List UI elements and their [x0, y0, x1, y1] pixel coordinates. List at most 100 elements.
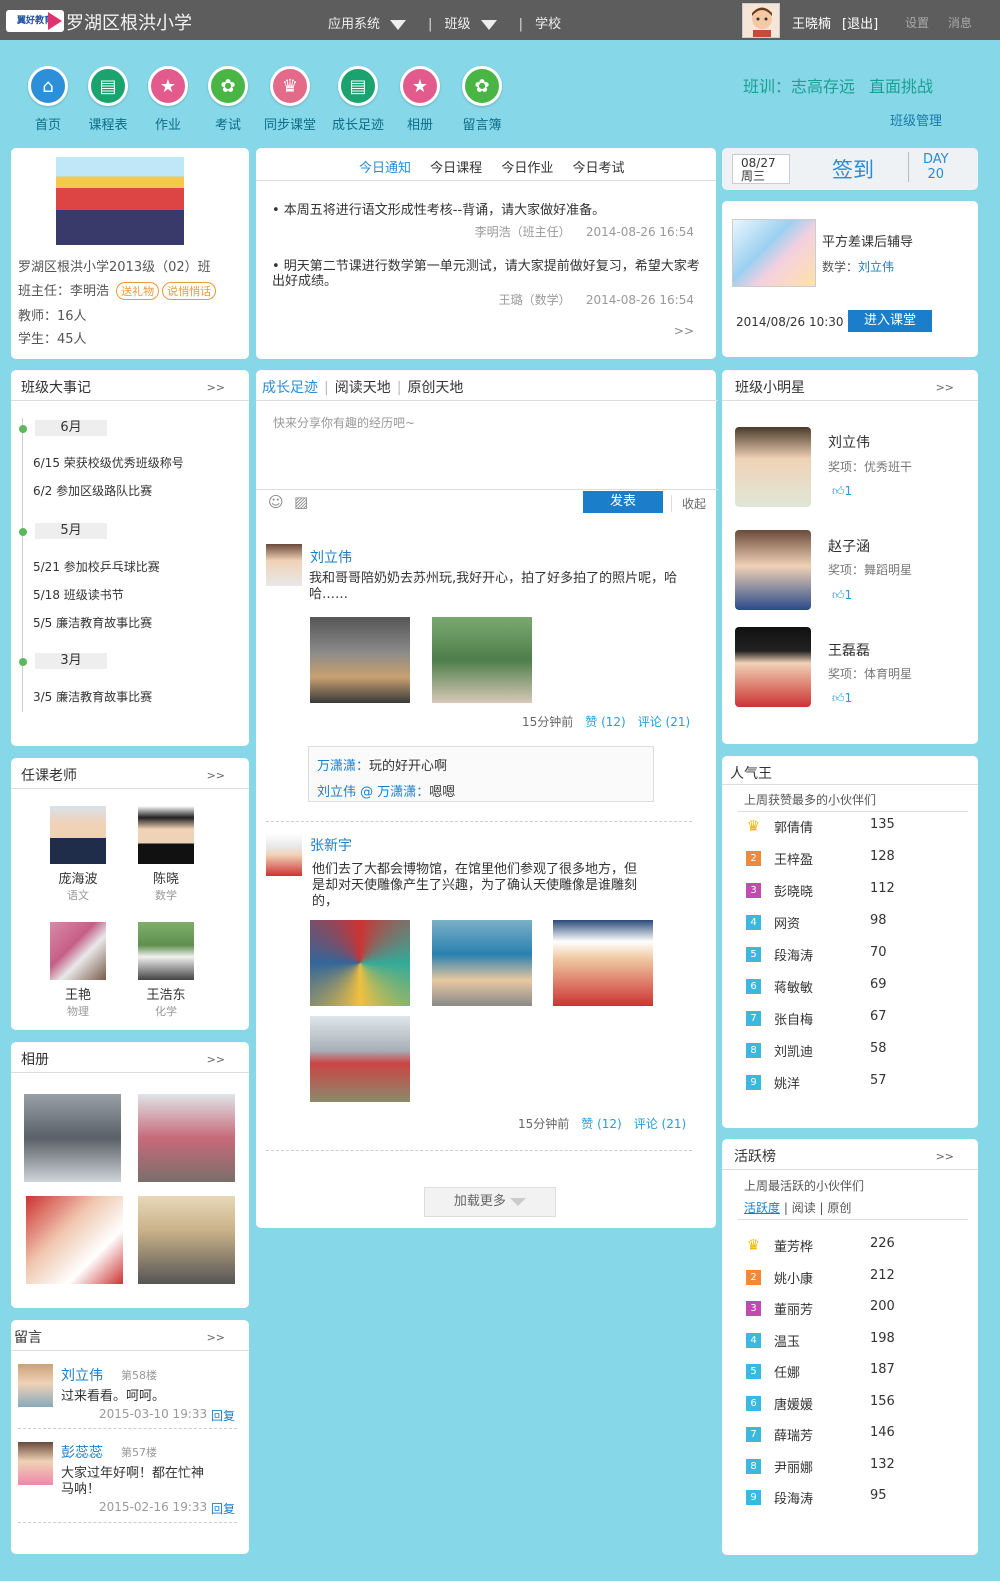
nav-growth[interactable]: ▤ 成长足迹 — [326, 66, 390, 133]
star-like[interactable]: 👍︎1 — [832, 484, 852, 499]
like-button[interactable]: 赞 (12) — [585, 715, 625, 729]
message-author[interactable]: 彭蕊蕊 — [61, 1442, 103, 1462]
rank-row[interactable]: ♛ 董芳桦 226 — [746, 1236, 966, 1256]
comment-button[interactable]: 评论 (21) — [638, 715, 690, 729]
nav-app-system[interactable]: 应用系统 — [328, 17, 414, 32]
album-more-link[interactable]: >> — [207, 1053, 225, 1066]
teacher-card[interactable]: 庞海波 语文 — [43, 806, 113, 903]
comment-button[interactable]: 评论 (21) — [634, 1117, 686, 1131]
reply-button[interactable]: 回复 — [211, 1407, 235, 1424]
album-photo[interactable] — [24, 1094, 121, 1182]
post-photo[interactable] — [310, 1016, 410, 1102]
rank-row[interactable]: 6 唐媛媛 156 — [746, 1394, 966, 1414]
star-like[interactable]: 👍︎1 — [832, 588, 852, 603]
enter-classroom-button[interactable]: 进入课堂 — [848, 310, 932, 332]
emoji-icon[interactable]: ☺ — [268, 493, 284, 511]
rank-row[interactable]: 3 彭晓晓 112 — [746, 881, 966, 901]
image-icon[interactable]: ▨ — [294, 493, 308, 511]
event-item[interactable]: 5/18 班级读书节 — [33, 586, 124, 603]
load-more-button[interactable]: 加载更多 — [424, 1187, 556, 1217]
event-item[interactable]: 5/21 参加校乒乓球比赛 — [33, 558, 160, 575]
rank-row[interactable]: 5 段海涛 70 — [746, 945, 966, 965]
post-photo[interactable] — [310, 920, 410, 1006]
rank-row[interactable]: 8 刘凯迪 58 — [746, 1041, 966, 1061]
tab-today-course[interactable]: 今日课程 — [430, 161, 482, 176]
rank-row[interactable]: 4 温玉 198 — [746, 1331, 966, 1351]
rank-row[interactable]: 6 蒋敏敏 69 — [746, 977, 966, 997]
class-management-link[interactable]: 班级管理 — [890, 110, 942, 129]
nav-home[interactable]: ⌂ 首页 — [16, 66, 80, 133]
rank-row[interactable]: 9 姚洋 57 — [746, 1073, 966, 1093]
notice-more-link[interactable]: >> — [674, 324, 694, 338]
message-avatar[interactable] — [18, 1442, 53, 1485]
event-item[interactable]: 3/5 廉洁教育故事比赛 — [33, 688, 152, 705]
tab-original[interactable]: 原创天地 — [407, 380, 463, 396]
reply-button[interactable]: 回复 — [211, 1500, 235, 1517]
nav-class[interactable]: 班级 — [445, 17, 505, 32]
post-photo[interactable] — [432, 617, 532, 703]
star-photo[interactable] — [735, 427, 811, 507]
active-more-link[interactable]: >> — [936, 1150, 954, 1163]
like-button[interactable]: 赞 (12) — [581, 1117, 621, 1131]
star-photo[interactable] — [735, 530, 811, 610]
rank-row[interactable]: ♛ 郭倩倩 135 — [746, 817, 966, 837]
user-avatar[interactable] — [742, 3, 780, 38]
star-photo[interactable] — [735, 627, 811, 707]
rank-row[interactable]: 8 尹丽娜 132 — [746, 1457, 966, 1477]
rank-row[interactable]: 2 姚小康 212 — [746, 1268, 966, 1288]
publish-button[interactable]: 发表 — [583, 491, 663, 513]
post-author[interactable]: 刘立伟 — [310, 547, 352, 567]
tab-growth[interactable]: 成长足迹 — [262, 380, 318, 396]
post-author[interactable]: 张新宇 — [310, 835, 352, 855]
nav-sync-class[interactable]: ♛ 同步课堂 — [258, 66, 322, 133]
stars-more-link[interactable]: >> — [936, 381, 954, 394]
rank-row[interactable]: 4 网资 98 — [746, 913, 966, 933]
events-more-link[interactable]: >> — [207, 381, 225, 394]
message-avatar[interactable] — [18, 1364, 53, 1407]
message-author[interactable]: 刘立伟 — [61, 1365, 103, 1385]
send-gift-button[interactable]: 送礼物 — [116, 282, 160, 300]
rank-row[interactable]: 3 董丽芳 200 — [746, 1299, 966, 1319]
guestbook-more-link[interactable]: >> — [207, 1331, 225, 1344]
class-group-photo[interactable] — [56, 157, 184, 245]
nav-schedule[interactable]: ▤ 课程表 — [76, 66, 140, 133]
teacher-card[interactable]: 王艳 物理 — [43, 922, 113, 1019]
nav-guestbook[interactable]: ✿ 留言簿 — [450, 66, 514, 133]
nav-exam[interactable]: ✿ 考试 — [196, 66, 260, 133]
logout-link[interactable]: [退出] — [842, 13, 878, 32]
tab-today-exam[interactable]: 今日考试 — [572, 161, 624, 176]
course-teacher-link[interactable]: 刘立伟 — [858, 260, 894, 274]
event-item[interactable]: 6/15 荣获校级优秀班级称号 — [33, 454, 184, 471]
album-photo[interactable] — [138, 1094, 235, 1182]
rank-row[interactable]: 5 任娜 187 — [746, 1362, 966, 1382]
post-avatar[interactable] — [266, 834, 302, 876]
rank-row[interactable]: 9 段海涛 95 — [746, 1488, 966, 1508]
event-item[interactable]: 5/5 廉洁教育故事比赛 — [33, 614, 152, 631]
post-avatar[interactable] — [266, 544, 302, 586]
filter-reading[interactable]: 阅读 — [792, 1201, 816, 1215]
rank-row[interactable]: 2 王梓盈 128 — [746, 849, 966, 869]
nav-school[interactable]: 学校 — [535, 17, 561, 32]
rank-row[interactable]: 7 张自梅 67 — [746, 1009, 966, 1029]
messages-link[interactable]: 消息 — [948, 14, 972, 31]
album-photo[interactable] — [26, 1196, 123, 1284]
teacher-card[interactable]: 陈晓 数学 — [131, 806, 201, 903]
post-photo[interactable] — [432, 920, 532, 1006]
tab-reading[interactable]: 阅读天地 — [335, 380, 391, 396]
teacher-card[interactable]: 王浩东 化学 — [131, 922, 201, 1019]
teachers-more-link[interactable]: >> — [207, 769, 225, 782]
sign-in-button[interactable]: 签到 — [832, 154, 874, 184]
nav-album[interactable]: ★ 相册 — [388, 66, 452, 133]
star-like[interactable]: 👍︎1 — [832, 691, 852, 706]
whisper-button[interactable]: 说悄悄话 — [162, 282, 217, 300]
collapse-button[interactable]: 收起 — [671, 495, 706, 512]
filter-activity[interactable]: 活跃度 — [744, 1201, 780, 1215]
album-photo[interactable] — [138, 1196, 235, 1284]
event-item[interactable]: 6/2 参加区级路队比赛 — [33, 482, 152, 499]
tab-today-notice[interactable]: 今日通知 — [359, 161, 411, 176]
rank-row[interactable]: 7 薛瑞芳 146 — [746, 1425, 966, 1445]
nav-homework[interactable]: ★ 作业 — [136, 66, 200, 133]
post-photo[interactable] — [553, 920, 653, 1006]
filter-original[interactable]: 原创 — [827, 1201, 851, 1215]
course-thumbnail[interactable] — [732, 219, 816, 287]
